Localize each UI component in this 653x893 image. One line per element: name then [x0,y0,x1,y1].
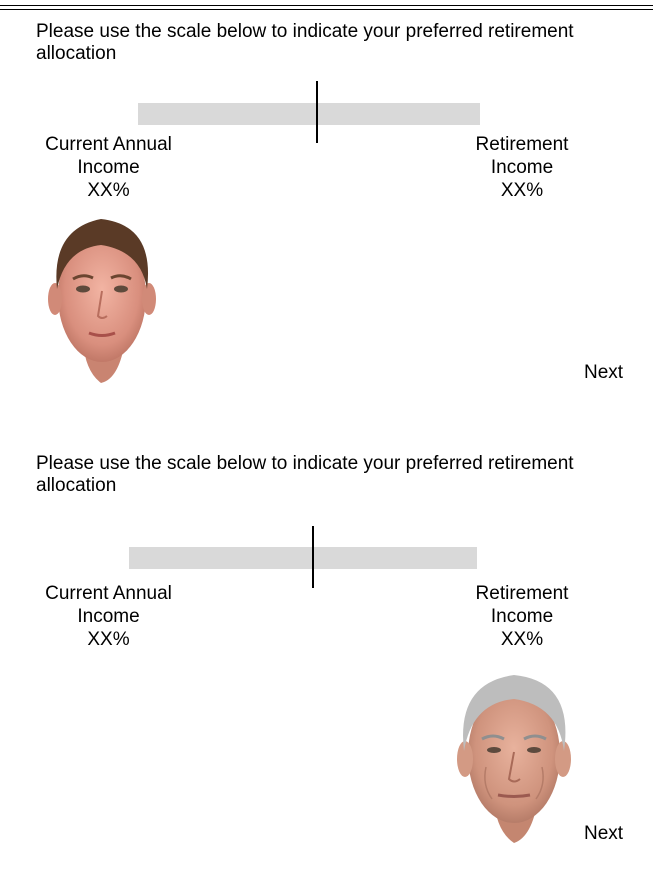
current-income-label: Current Annual Income XX% [36,582,181,651]
left-ear [457,741,473,777]
allocation-screen-future: Please use the scale below to indicate y… [0,453,653,893]
allocation-slider-track[interactable] [138,103,480,125]
current-income-percent: XX% [87,180,130,201]
left-ear [48,283,62,315]
current-income-percent: XX% [87,629,130,650]
retirement-income-label-line2: Income [490,606,554,627]
left-eye [76,285,90,293]
retirement-income-label-line1: Retirement [475,583,569,604]
top-double-rule-lower [0,9,653,10]
current-income-label-line1: Current Annual [45,134,172,155]
scale-prompt: Please use the scale below to indicate y… [36,21,574,64]
top-double-rule-upper [0,5,653,6]
retirement-income-label: Retirement Income XX% [462,133,582,202]
retirement-income-percent: XX% [500,180,544,201]
retirement-income-label-line1: Retirement [475,134,569,155]
right-eye [527,747,541,753]
current-income-label-line1: Current Annual [45,583,172,604]
allocation-slider-handle[interactable] [312,526,314,588]
right-eye [114,285,128,293]
next-button[interactable]: Next [584,362,623,384]
current-income-label-line2: Income [77,606,140,627]
right-ear [142,283,156,315]
next-button[interactable]: Next [584,823,623,845]
scale-prompt: Please use the scale below to indicate y… [36,453,574,496]
allocation-screen-current: Please use the scale below to indicate y… [0,21,653,461]
right-ear [555,741,571,777]
current-income-label-line2: Income [77,157,140,178]
current-income-label: Current Annual Income XX% [36,133,181,202]
retirement-income-label: Retirement Income XX% [462,582,582,651]
allocation-slider-track[interactable] [129,547,477,569]
left-eye [487,747,501,753]
aged-face-avatar [457,675,571,843]
young-face-avatar [48,219,156,383]
retirement-income-label-line2: Income [490,157,554,178]
allocation-slider-handle[interactable] [316,81,318,143]
mouth [497,793,531,798]
retirement-income-percent: XX% [500,629,544,650]
